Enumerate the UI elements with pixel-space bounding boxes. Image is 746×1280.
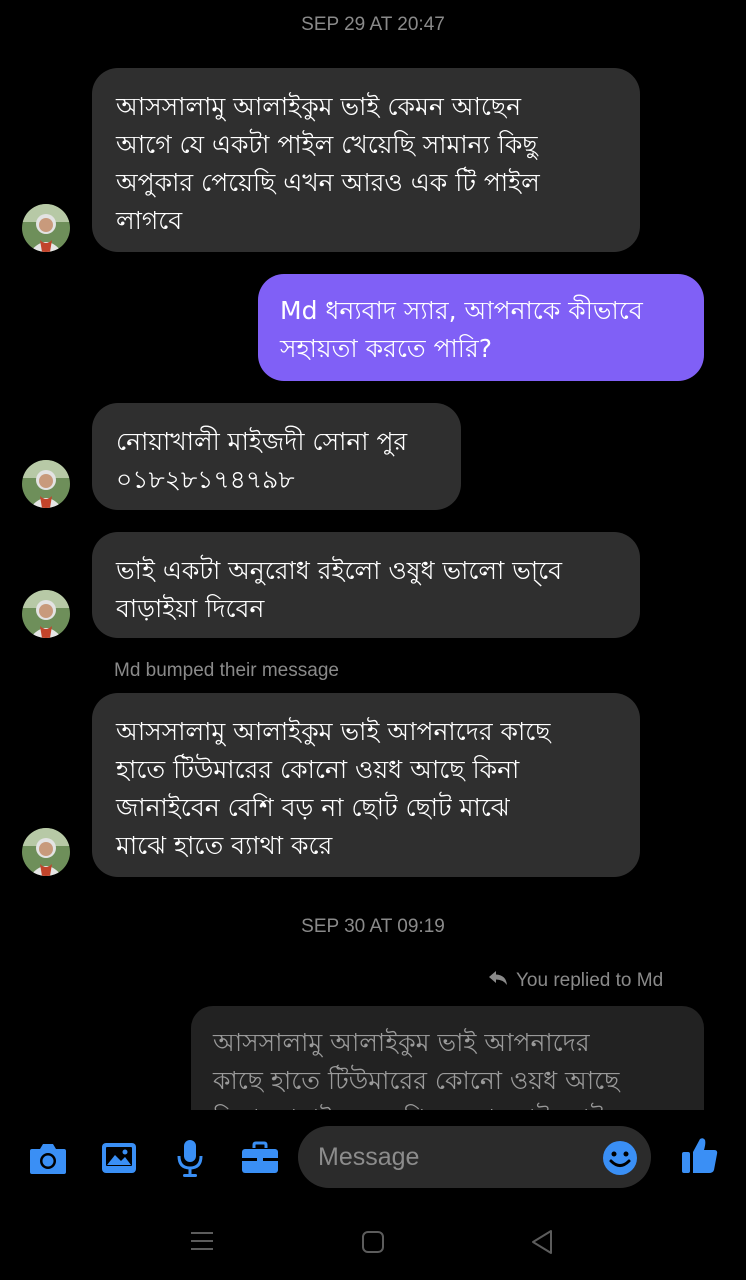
camera-icon[interactable] [26,1136,70,1180]
microphone-icon[interactable] [168,1136,212,1180]
message-bubble-incoming[interactable]: আসসালামু আলাইকুম ভাই আপনাদের কাছে হাতে ট… [92,693,640,877]
avatar[interactable] [22,828,70,876]
timestamp: SEP 30 AT 09:19 [301,916,445,937]
message-bubble-incoming[interactable]: আসসালামু আলাইকুম ভাই কেমন আছেন আগে যে এক… [92,68,640,252]
emoji-icon[interactable] [598,1136,642,1180]
timestamp: SEP 29 AT 20:47 [301,14,445,35]
thumbs-up-icon[interactable] [678,1134,722,1178]
back-icon[interactable] [530,1229,554,1259]
reply-arrow-icon [488,970,508,992]
replied-notice: You replied to Md [488,970,663,992]
home-icon[interactable] [361,1230,385,1258]
gallery-icon[interactable] [97,1136,141,1180]
avatar[interactable] [22,460,70,508]
avatar[interactable] [22,204,70,252]
message-bubble-outgoing[interactable]: Md ধন্যবাদ স্যার, আপনাকে কীভাবে সহায়তা … [258,274,704,381]
message-bubble-incoming[interactable]: নোয়াখালী মাইজদী সোনা পুর ০১৮২৮১৭৪৭৯৮ [92,403,461,510]
message-bubble-incoming[interactable]: ভাই একটা অনুরোধ রইলো ওষুধ ভালো ভা্বে বাড… [92,532,640,638]
bumped-notice: Md bumped their message [114,660,339,681]
avatar[interactable] [22,590,70,638]
message-placeholder: Message [318,1142,420,1171]
briefcase-icon[interactable] [238,1136,282,1180]
menu-icon[interactable] [190,1230,214,1256]
quoted-message[interactable]: আসসালামু আলাইকুম ভাই আপনাদের কাছে হাতে ট… [191,1006,704,1110]
replied-label: You replied to Md [516,970,664,991]
